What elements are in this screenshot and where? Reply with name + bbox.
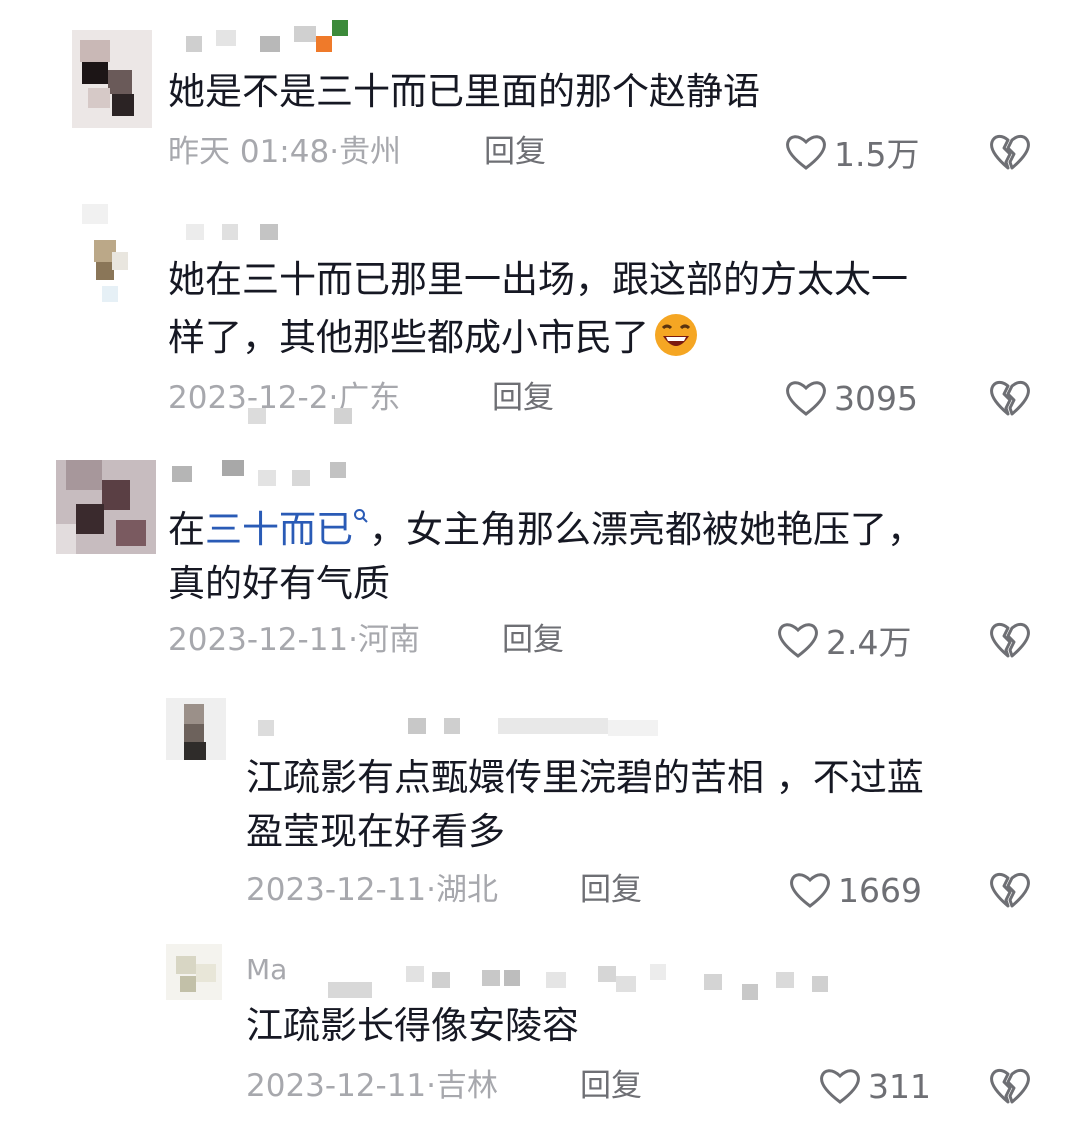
heart-icon (790, 873, 830, 908)
like-count: 3095 (834, 378, 918, 418)
username[interactable]: Ma (246, 952, 846, 1000)
heart-icon (820, 1069, 860, 1104)
username-blurred[interactable] (172, 460, 362, 486)
like-button[interactable]: 311 (818, 1064, 931, 1108)
comment-item: 在三十而已 ，女主角那么漂亮都被她艳压了， 真的好有气质 2023-12-11·河… (0, 440, 1080, 690)
like-count: 1669 (838, 870, 922, 910)
broken-heart-icon[interactable] (988, 132, 1032, 172)
comment-meta: 2023-12-11·吉林 (246, 1068, 499, 1104)
blur-patch (334, 408, 352, 424)
comment-text: 在三十而已 ，女主角那么漂亮都被她艳压了， (168, 508, 924, 551)
comment-text-line: 真的好有气质 (168, 562, 390, 605)
broken-heart-icon[interactable] (988, 870, 1032, 910)
comment-meta: 2023-12-11·河南 (168, 622, 421, 658)
comment-date: 2023-12-11 (246, 872, 427, 908)
reply-button[interactable]: 回复 (484, 132, 546, 172)
comment-location: 贵州 (339, 134, 402, 170)
comment-text-line: 盈莹现在好看多 (246, 810, 505, 853)
heart-icon (786, 381, 826, 416)
username-blurred[interactable] (186, 222, 286, 244)
broken-heart-icon[interactable] (988, 378, 1032, 418)
like-button[interactable]: 3095 (784, 376, 918, 420)
laughing-emoji-icon (655, 314, 697, 356)
broken-heart-icon[interactable] (988, 620, 1032, 660)
reply-button[interactable]: 回复 (502, 620, 564, 660)
reply-comment-item: Ma 江疏影长得像安陵容 2023-12-11·吉林 回复 311 (0, 940, 1080, 1122)
avatar[interactable] (166, 944, 222, 1000)
avatar[interactable] (166, 698, 226, 760)
username-blurred[interactable] (186, 20, 356, 52)
comment-meta: 昨天 01:48·贵州 (168, 134, 402, 170)
topic-link[interactable]: 三十而已 (205, 508, 353, 551)
reply-comment-item: 江疏影有点甄嬛传里浣碧的苦相 ，不过蓝 盈莹现在好看多 2023-12-11·湖… (0, 690, 1080, 940)
comment-text-line: 样了，其他那些都成小市民了 (168, 310, 699, 366)
blur-patch (248, 408, 266, 424)
comment-item: 她在三十而已那里一出场，跟这部的方太太一 样了，其他那些都成小市民了 2023-… (0, 200, 1080, 440)
search-icon[interactable] (353, 508, 369, 524)
comment-meta: 2023-12-2·广东 (168, 380, 401, 416)
heart-icon (786, 135, 826, 170)
like-count: 2.4万 (826, 623, 912, 662)
comment-meta: 2023-12-11·湖北 (246, 872, 499, 908)
avatar[interactable] (82, 204, 132, 316)
like-button[interactable]: 1669 (788, 868, 922, 912)
reply-button[interactable]: 回复 (492, 378, 554, 418)
comment-date: 2023-12-11 (168, 622, 349, 658)
reply-button[interactable]: 回复 (580, 870, 642, 910)
comment-location: 吉林 (436, 1068, 499, 1104)
comment-text: 她在三十而已那里一出场，跟这部的方太太一 (168, 258, 908, 301)
heart-icon (778, 623, 818, 658)
avatar[interactable] (72, 30, 152, 128)
like-button[interactable]: 1.5万 (784, 130, 919, 174)
comment-text: 她是不是三十而已里面的那个赵静语 (168, 70, 760, 113)
username-blurred[interactable] (258, 718, 678, 740)
reply-button[interactable]: 回复 (580, 1066, 642, 1106)
comment-date: 昨天 01:48 (168, 134, 330, 170)
broken-heart-icon[interactable] (988, 1066, 1032, 1106)
comment-item: 她是不是三十而已里面的那个赵静语 昨天 01:48·贵州 回复 1.5万 (0, 0, 1080, 200)
comment-location: 河南 (358, 622, 421, 658)
avatar[interactable] (56, 460, 156, 554)
like-button[interactable]: 2.4万 (776, 618, 911, 662)
comment-text: 江疏影有点甄嬛传里浣碧的苦相 ，不过蓝 (246, 756, 924, 799)
comment-location: 湖北 (436, 872, 499, 908)
comment-date: 2023-12-11 (246, 1068, 427, 1104)
like-count: 311 (868, 1066, 931, 1106)
like-count: 1.5万 (834, 135, 920, 174)
comment-text: 江疏影长得像安陵容 (246, 1004, 579, 1047)
